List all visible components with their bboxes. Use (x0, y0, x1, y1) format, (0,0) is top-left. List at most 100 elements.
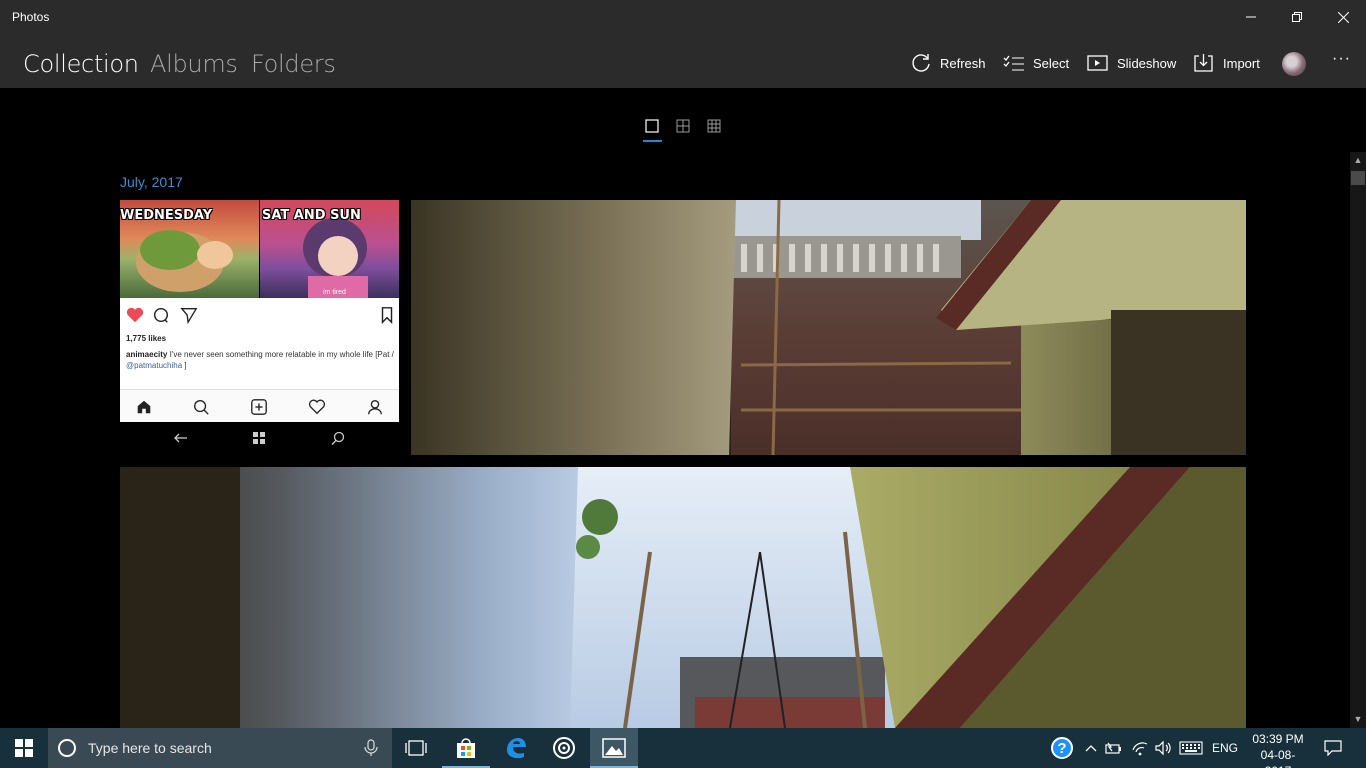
import-icon (1194, 54, 1213, 72)
close-icon (1337, 11, 1349, 23)
tab-albums[interactable]: Albums (150, 50, 238, 78)
app-header: Collection Albums Folders Refresh Select… (0, 34, 1366, 88)
comment-icon (153, 307, 169, 323)
close-button[interactable] (1320, 0, 1366, 34)
search-placeholder: Type here to search (88, 740, 212, 756)
building-photo-image (411, 200, 1246, 455)
zoom-medium-button[interactable] (673, 116, 693, 136)
scrollbar-thumb[interactable] (1351, 171, 1365, 185)
account-avatar[interactable] (1282, 52, 1306, 76)
meme-image: WEDNESDAY SAT AND SUN im tired (120, 200, 399, 298)
store-bag-icon (457, 738, 475, 758)
keyboard-icon (1179, 741, 1203, 755)
task-view-button[interactable] (392, 728, 440, 768)
tab-collection[interactable]: Collection (23, 50, 139, 78)
share-icon (180, 308, 198, 324)
vertical-scrollbar[interactable] (1350, 152, 1366, 728)
photos-app-button[interactable] (590, 728, 638, 768)
show-hidden-icons-button[interactable] (1082, 728, 1100, 768)
scroll-down-arrow-icon[interactable]: ▼ (1350, 711, 1366, 727)
add-post-icon (251, 399, 267, 415)
windows-logo-icon (253, 432, 265, 444)
phone-navigation-bar (120, 422, 399, 455)
groove-music-button[interactable] (540, 728, 588, 768)
slideshow-icon (1087, 55, 1108, 71)
meme-left-caption: WEDNESDAY (120, 208, 213, 223)
zoom-large-button[interactable] (642, 116, 662, 136)
tab-folders[interactable]: Folders (251, 50, 336, 78)
clock-time: 03:39 PM (1252, 732, 1304, 746)
post-username: animaecity (126, 350, 168, 359)
import-label: Import (1223, 55, 1260, 71)
phone-search-icon (331, 431, 345, 445)
system-clock[interactable]: 03:39 PM 04-08-2017 (1248, 731, 1308, 768)
slideshow-button[interactable]: Slideshow (1087, 52, 1176, 74)
cortana-icon (58, 739, 76, 757)
zoom-small-button[interactable] (704, 116, 724, 136)
import-button[interactable]: Import (1193, 52, 1260, 74)
instagram-bottom-nav (120, 389, 399, 422)
heart-outline-icon (308, 399, 326, 415)
battery-tray-button[interactable] (1104, 728, 1124, 768)
store-app-button[interactable] (442, 728, 490, 768)
grid-3x3-icon (707, 119, 721, 133)
photo-thumbnail-instagram-screenshot[interactable]: WEDNESDAY SAT AND SUN im tired 1,775 lik… (120, 200, 399, 455)
post-caption: animaecity I've never seen something mor… (126, 349, 394, 371)
photo-thumbnail-sky-between-walls[interactable] (120, 467, 1246, 728)
select-list-icon (1003, 55, 1024, 71)
single-square-icon (645, 119, 659, 133)
refresh-button[interactable]: Refresh (910, 52, 986, 74)
input-language-indicator[interactable]: ENG (1210, 728, 1240, 768)
refresh-label: Refresh (940, 55, 986, 71)
more-options-icon[interactable]: ··· (1332, 50, 1351, 68)
date-group-header[interactable]: July, 2017 (120, 174, 183, 190)
help-tray-button[interactable]: ? (1048, 728, 1076, 768)
touch-keyboard-button[interactable] (1178, 728, 1204, 768)
groove-music-icon (553, 737, 575, 759)
photos-icon (602, 738, 626, 758)
help-question-icon: ? (1051, 737, 1073, 759)
caption-end: ] (182, 361, 187, 370)
taskbar-search-box[interactable]: Type here to search (48, 728, 392, 768)
sky-photo-image (120, 467, 1246, 728)
battery-charging-icon (1105, 742, 1121, 754)
photo-thumbnail-building-wall[interactable] (411, 200, 1246, 455)
volume-tray-button[interactable] (1154, 728, 1174, 768)
caption-text: I've never seen something more relatable… (167, 350, 394, 359)
home-icon (137, 400, 151, 414)
start-button[interactable] (0, 728, 48, 768)
restore-button[interactable] (1274, 0, 1320, 34)
back-arrow-icon (174, 433, 187, 443)
search-icon (194, 400, 209, 415)
heart-filled-icon (126, 307, 144, 323)
action-center-button[interactable] (1320, 728, 1346, 768)
windows-start-icon (15, 739, 33, 757)
edge-browser-button[interactable] (492, 728, 540, 768)
restore-icon (1292, 12, 1302, 22)
edge-icon (507, 738, 526, 759)
slideshow-label: Slideshow (1117, 55, 1177, 71)
refresh-icon (912, 54, 930, 72)
network-tray-button[interactable] (1130, 728, 1150, 768)
select-label: Select (1033, 55, 1070, 71)
notification-icon (1324, 740, 1342, 756)
select-button[interactable]: Select (1003, 52, 1069, 74)
task-view-icon (405, 740, 427, 756)
meme-subtitle: im tired (323, 289, 346, 296)
windows-taskbar: Type here to search ? ENG 03:39 PM 04-08… (0, 728, 1366, 768)
title-bar: Photos (0, 0, 1366, 34)
volume-icon (1155, 740, 1171, 756)
microphone-icon[interactable] (364, 739, 378, 757)
profile-icon (368, 400, 382, 415)
minimize-button[interactable] (1228, 0, 1274, 34)
chevron-up-icon (1085, 745, 1097, 752)
instagram-post-body: 1,775 likes animaecity I've never seen s… (120, 298, 399, 422)
likes-count: 1,775 likes (126, 334, 167, 343)
wifi-icon (1132, 742, 1148, 756)
zoom-active-indicator (643, 140, 662, 142)
clock-date: 04-08-2017 (1260, 748, 1296, 768)
app-title: Photos (12, 10, 50, 24)
scroll-up-arrow-icon[interactable]: ▲ (1350, 152, 1366, 168)
grid-2x2-icon (676, 119, 690, 133)
meme-right-caption: SAT AND SUN (262, 208, 361, 223)
